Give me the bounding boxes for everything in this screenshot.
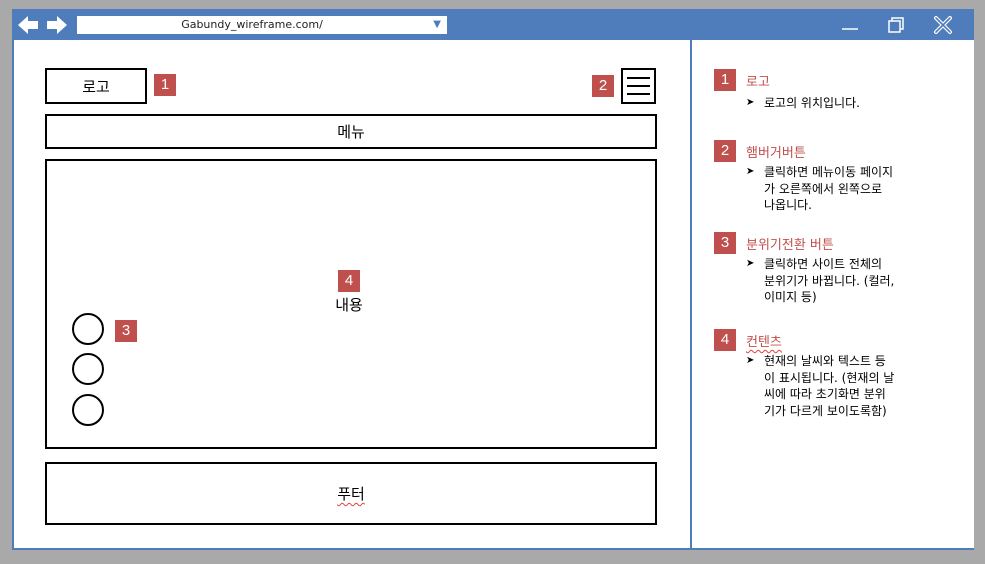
annotation-panel: 1 로고 ➤ 로고의 위치입니다. 2 햄버거버튼 ➤ 클릭하면 메뉴이동 페이… [690,40,974,550]
footer-label: 푸터 [337,485,365,503]
bullet-arrow-icon: ➤ [746,97,755,108]
minimize-icon[interactable] [840,15,860,35]
dropdown-caret-icon[interactable]: ▼ [433,16,441,34]
annotation-badge: 3 [714,232,736,254]
annotation-body: 클릭하면 사이트 전체의 분위기가 바뀝니다. (컬러, 이미지 등) [764,257,895,304]
close-icon[interactable] [933,15,953,35]
annotation-title: 햄버거버튼 [746,146,806,161]
back-arrow-icon[interactable] [17,14,39,36]
bullet-arrow-icon: ➤ [746,166,755,177]
annotation-badge: 2 [714,140,736,162]
mood-button-1[interactable] [72,313,104,345]
bullet-arrow-icon: ➤ [746,355,755,366]
mood-button-3[interactable] [72,394,104,426]
content-label: 내용 [335,296,363,314]
badge-4: 4 [338,270,360,292]
restore-icon[interactable] [886,15,906,35]
badge-2: 2 [592,75,614,97]
annotation-title: 로고 [746,75,770,90]
wireframe-canvas: 로고 1 2 메뉴 4 내용 3 푸터 [14,40,690,548]
menu-label: 메뉴 [337,123,365,141]
logo-label: 로고 [82,77,110,96]
badge-1: 1 [154,74,176,96]
title-bar: Gabundy_wireframe.com/ ▼ [14,11,972,40]
annotation-title: 분위기전환 버튼 [746,238,834,253]
footer-box: 푸터 [45,462,657,525]
annotation-badge: 1 [714,69,736,91]
hamburger-icon[interactable] [621,68,656,104]
mood-button-2[interactable] [72,353,104,385]
url-text: Gabundy_wireframe.com/ [181,18,323,31]
bullet-arrow-icon: ➤ [746,258,755,269]
browser-window: Gabundy_wireframe.com/ ▼ 로고 1 2 메뉴 4 내용 … [12,9,974,550]
annotation-title: 컨텐츠 [746,335,782,350]
forward-arrow-icon[interactable] [46,14,68,36]
address-bar[interactable]: Gabundy_wireframe.com/ ▼ [77,16,447,34]
logo-box[interactable]: 로고 [45,68,147,104]
badge-3: 3 [115,320,137,342]
annotation-body: 로고의 위치입니다. [764,96,860,110]
annotation-badge: 4 [714,329,736,351]
annotation-body: 현재의 날씨와 텍스트 등 이 표시됩니다. (현재의 날 씨에 따라 초기화면… [764,354,895,418]
menu-bar[interactable]: 메뉴 [45,114,657,149]
annotation-body: 클릭하면 메뉴이동 페이지 가 오른쪽에서 왼쪽으로 나옵니다. [764,165,894,212]
